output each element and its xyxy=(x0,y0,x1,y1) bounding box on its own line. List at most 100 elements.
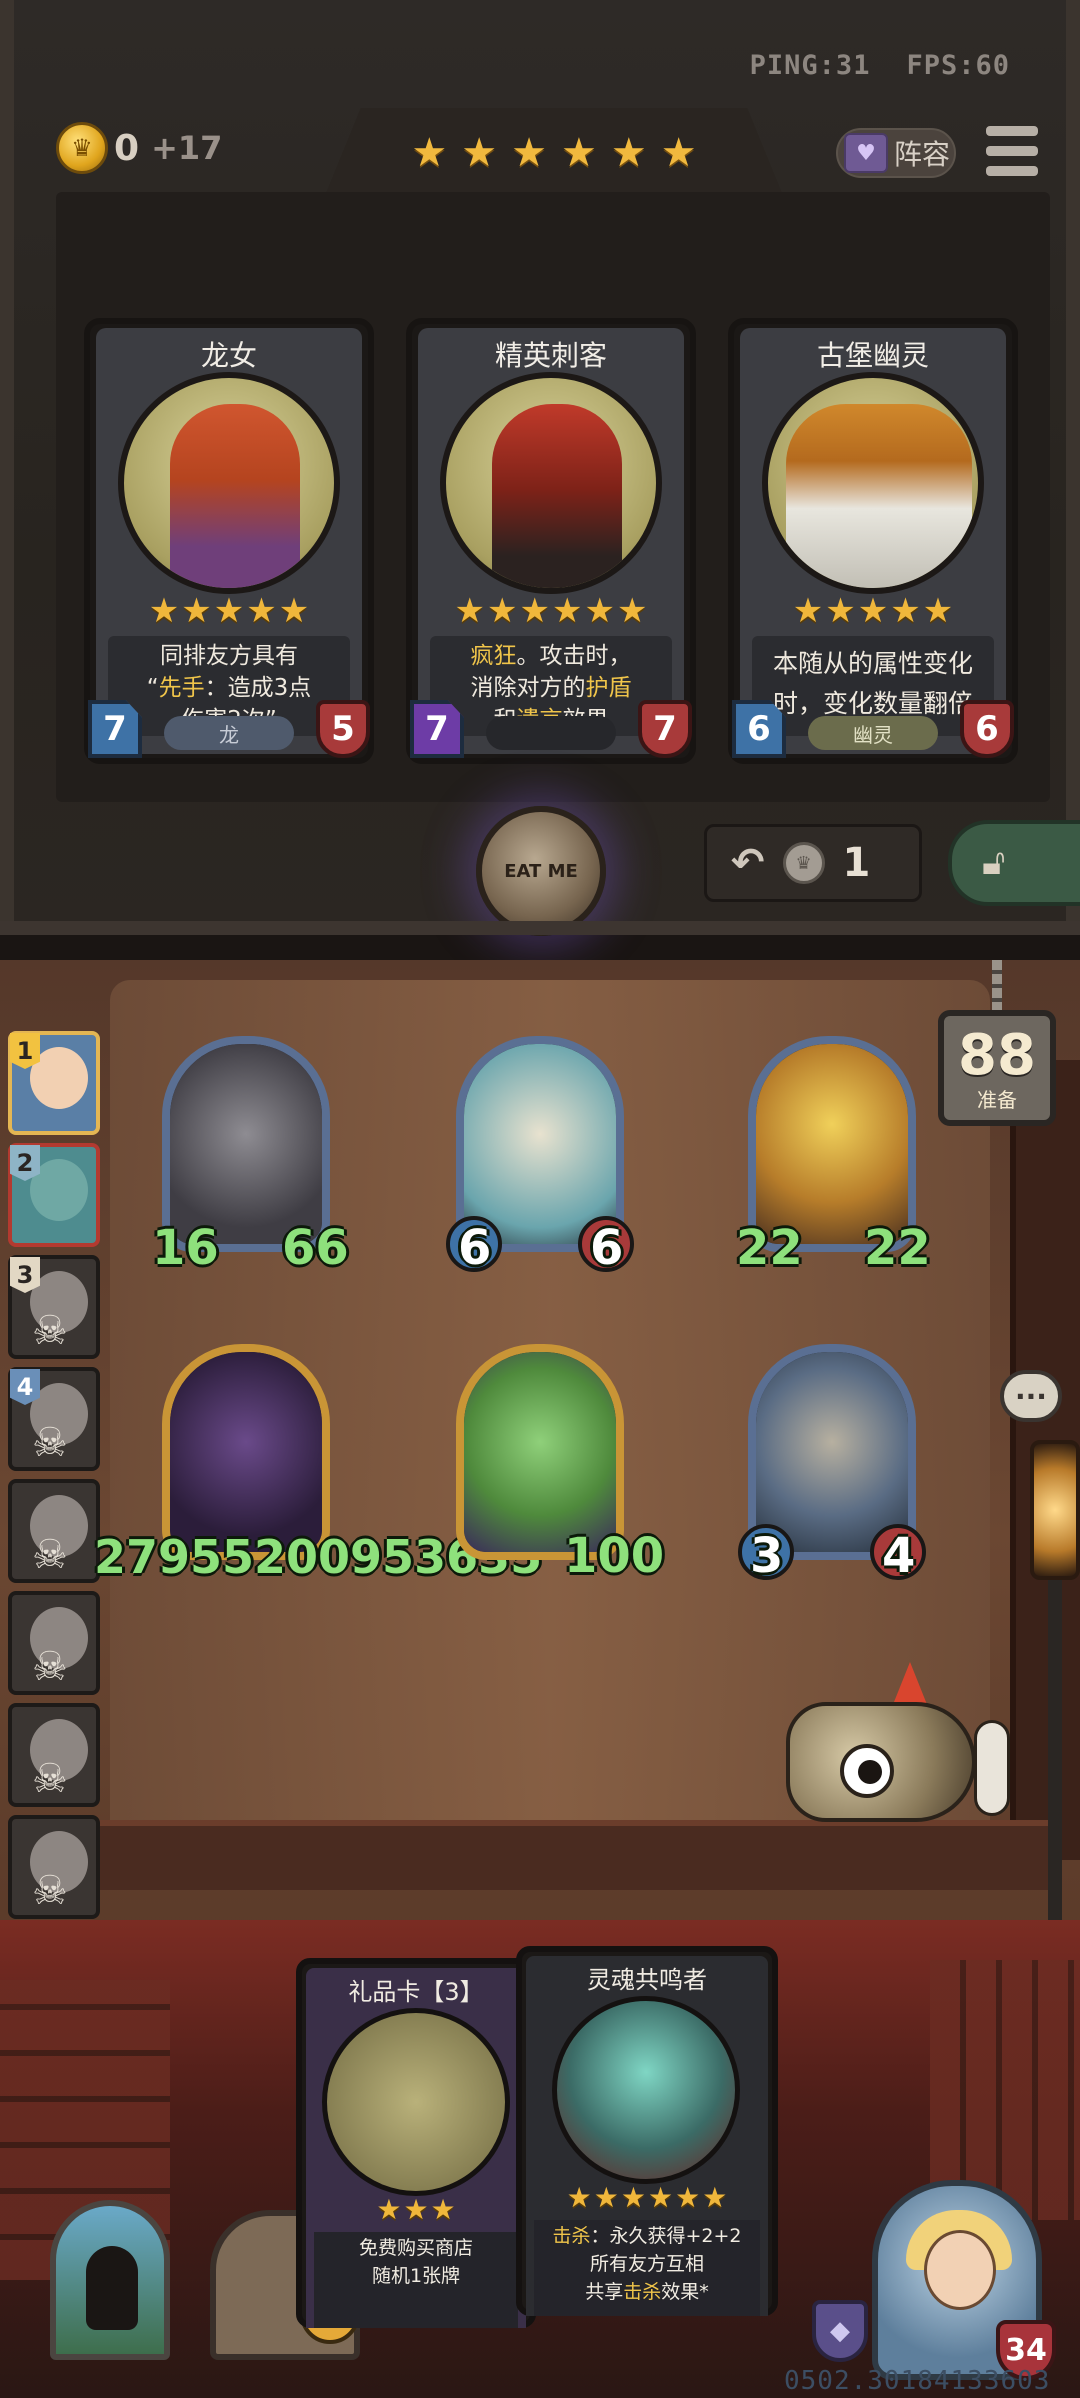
card-description: 免费购买商店 随机1张牌 xyxy=(314,2232,518,2328)
attack-stat: 7 xyxy=(410,700,464,758)
keyword: 击杀 xyxy=(552,2225,591,2247)
network-stats: PING:31 FPS:60 xyxy=(750,50,1010,81)
hero-portrait[interactable]: 34 xyxy=(872,2180,1056,2380)
skull-icon: ☠ xyxy=(32,1868,68,1914)
ping-readout: PING:31 xyxy=(749,50,871,81)
refresh-cost: 1 xyxy=(842,840,871,886)
keyword: 先手 xyxy=(158,675,205,701)
player-slot[interactable]: 3 ☠ xyxy=(8,1255,100,1359)
star-icon: ★ xyxy=(660,130,697,176)
player-leaderboard: 1 2 3 ☠ 4 ☠ ☠ ☠ ☠ ☠ xyxy=(0,1025,104,1945)
star-icon: ★ xyxy=(857,591,889,631)
card-portrait xyxy=(118,372,340,594)
tribe-tag xyxy=(486,716,616,750)
beast-art xyxy=(756,1352,908,1552)
card-name: 精英刺客 xyxy=(494,339,607,372)
ready-count: 88 xyxy=(958,1023,1036,1088)
ready-counter: 88 准备 xyxy=(938,1010,1056,1126)
health-stat: 6 xyxy=(590,1220,624,1276)
board-minion[interactable]: 3 4 xyxy=(738,1344,926,1584)
player-slot[interactable]: ☠ xyxy=(8,1591,100,1695)
gold-counter: ♛ 0 +17 xyxy=(56,122,222,174)
player-rank: 4 xyxy=(10,1369,40,1405)
chain xyxy=(992,960,1002,1012)
star-icon: ★ xyxy=(278,591,310,631)
card-portrait xyxy=(440,372,662,594)
card-stars: ★ ★ ★ xyxy=(296,2196,536,2224)
star-icon: ★ xyxy=(566,2181,592,2214)
skull-icon: ☠ xyxy=(32,1420,68,1466)
propeller-icon xyxy=(974,1720,1010,1816)
health-stat: 7 xyxy=(638,700,692,758)
airship-mascot[interactable] xyxy=(786,1662,1016,1852)
shop-panel: PING:31 FPS:60 ♛ 0 +17 ★ ★ ★ ★ ★ ★ ♥ 阵容 … xyxy=(0,0,1080,936)
armor-shield-icon: ◆ xyxy=(812,2300,868,2362)
tavern-door xyxy=(50,2200,170,2360)
fps-readout: FPS:60 xyxy=(906,50,1010,81)
board-minion[interactable]: 22 22 xyxy=(736,1036,931,1276)
player-slot[interactable]: ☠ xyxy=(8,1815,100,1919)
refresh-icon: ↶ xyxy=(731,840,765,886)
card-name: 龙女 xyxy=(200,339,257,372)
card-name: 古堡幽灵 xyxy=(816,339,929,372)
star-icon: ★ xyxy=(610,130,647,176)
star-icon: ★ xyxy=(620,2181,646,2214)
menu-icon[interactable] xyxy=(986,126,1038,176)
star-icon: ★ xyxy=(702,2181,728,2214)
health-stat: 5 xyxy=(316,700,370,758)
pocket-watch-icon[interactable]: EAT ME xyxy=(476,806,606,936)
refresh-button[interactable]: ↶ ♛ 1 xyxy=(704,824,922,902)
keyword: 击杀 xyxy=(623,2281,662,2303)
star-icon: ★ xyxy=(411,130,448,176)
gold-gain: +17 xyxy=(151,129,223,167)
tavern-star-banner: ★ ★ ★ ★ ★ ★ xyxy=(324,108,784,198)
hand-card[interactable]: 灵魂共鸣者 ★ ★ ★ ★ ★ ★ 击杀：永久获得+2+2 所有友方互相 共享击… xyxy=(516,1946,778,2316)
star-icon: ★ xyxy=(675,2181,701,2214)
pumpkin-ghost-art xyxy=(786,404,972,588)
card-portrait xyxy=(762,372,984,594)
board-minion[interactable]: 27955200953635 xyxy=(94,1344,542,1584)
star-icon: ★ xyxy=(593,2181,619,2214)
frog-dragon-art xyxy=(464,1352,616,1552)
player-slot[interactable]: ☠ xyxy=(8,1703,100,1807)
star-icon: ★ xyxy=(454,591,486,631)
star-icon: ★ xyxy=(648,2181,674,2214)
player-slot[interactable]: ☠ xyxy=(8,1479,100,1583)
tribe-tag: 幽灵 xyxy=(808,716,938,750)
health-stat: 6 xyxy=(960,700,1014,758)
player-rank: 3 xyxy=(10,1257,40,1293)
board-minion[interactable]: 6 6 xyxy=(446,1036,634,1276)
star-icon: ★ xyxy=(181,591,212,631)
health-stat: 66 xyxy=(282,1220,349,1276)
chat-icon[interactable]: ··· xyxy=(1000,1370,1062,1422)
tribe-tag: 龙 xyxy=(164,716,294,750)
shop-card[interactable]: 龙女 ★ ★ ★ ★ ★ 同排友方具有 “先手：造成3点 伤害2次” 7 龙 5 xyxy=(84,318,374,764)
card-stars: ★ ★ ★ ★ ★ ★ xyxy=(406,594,696,628)
board-minion[interactable]: 16 66 xyxy=(152,1036,349,1276)
dragon-girl-art xyxy=(170,404,300,588)
player-slot[interactable]: 2 xyxy=(8,1143,100,1247)
board-minion[interactable]: 100 xyxy=(450,1344,664,1584)
star-icon: ★ xyxy=(511,130,547,176)
golden-dragon-art xyxy=(756,1044,908,1244)
star-icon: ★ xyxy=(561,130,597,176)
star-icon: ★ xyxy=(825,591,856,631)
star-icon: ★ xyxy=(246,591,277,631)
freeze-shop-button[interactable]: 🔓︎ xyxy=(948,820,1080,906)
black-dragon-art xyxy=(170,1352,322,1552)
health-stat: 4 xyxy=(882,1528,916,1584)
player-slot[interactable]: 1 xyxy=(8,1031,100,1135)
card-name: 灵魂共鸣者 xyxy=(587,1966,707,1994)
star-icon: ★ xyxy=(616,591,648,631)
white-dragon-art xyxy=(464,1044,616,1244)
lineup-button[interactable]: ♥ 阵容 xyxy=(836,128,956,178)
soul-resonator-art xyxy=(552,1996,740,2184)
keyword: 疯狂 xyxy=(470,643,517,669)
star-icon: ★ xyxy=(922,591,954,631)
hand-card[interactable]: 礼品卡【3】 ★ ★ ★ 免费购买商店 随机1张牌 xyxy=(296,1958,536,2328)
card-description: 击杀：永久获得+2+2 所有友方互相 共享击杀效果* xyxy=(534,2220,760,2316)
shop-card[interactable]: 精英刺客 ★ ★ ★ ★ ★ ★ 疯狂。攻击时， 消除对方的护盾 和遗言效果 7… xyxy=(406,318,696,764)
player-slot[interactable]: 4 ☠ xyxy=(8,1367,100,1471)
shop-card[interactable]: 古堡幽灵 ★ ★ ★ ★ ★ 本随从的属性变化 时，变化数量翻倍 6 幽灵 6 xyxy=(728,318,1018,764)
skull-icon: ☠ xyxy=(32,1644,68,1690)
